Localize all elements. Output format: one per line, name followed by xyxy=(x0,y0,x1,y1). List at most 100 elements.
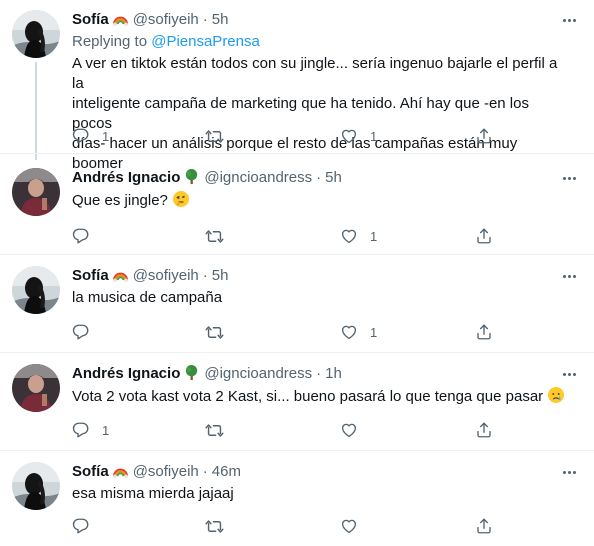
display-name[interactable]: Andrés Ignacio xyxy=(72,169,180,186)
separator-dot: · xyxy=(316,365,322,382)
retweet-button[interactable] xyxy=(205,516,236,536)
crying-face-icon xyxy=(547,386,565,410)
timestamp[interactable]: 5h xyxy=(325,169,342,186)
like-button[interactable]: 1 xyxy=(340,126,377,146)
like-button[interactable]: 1 xyxy=(340,322,377,342)
share-icon xyxy=(477,228,491,244)
more-options-icon[interactable] xyxy=(558,266,580,286)
tweet[interactable]: Sofía @sofiyeih · 5h la musica de campaña 1 xyxy=(0,266,594,346)
share-icon xyxy=(477,518,491,534)
reply-count: 1 xyxy=(102,128,110,144)
display-name[interactable]: Sofía xyxy=(72,11,109,28)
tweet-header: Sofía @sofiyeih · 5h xyxy=(72,266,228,286)
share-icon xyxy=(477,128,491,144)
user-handle[interactable]: @igncioandress xyxy=(204,365,312,382)
replying-to: Replying to @PiensaPrensa xyxy=(72,32,260,52)
like-button[interactable] xyxy=(340,420,370,440)
timestamp[interactable]: 5h xyxy=(212,11,229,28)
tweet-actions: 1 xyxy=(72,322,512,342)
reply-button[interactable] xyxy=(72,322,102,342)
retweet-icon xyxy=(205,423,224,437)
tweet-actions: 1 xyxy=(72,226,512,246)
separator-dot: · xyxy=(202,267,208,284)
reply-button[interactable] xyxy=(72,226,102,246)
display-name[interactable]: Andrés Ignacio xyxy=(72,365,180,382)
avatar[interactable] xyxy=(12,364,60,412)
retweet-button[interactable] xyxy=(205,126,236,146)
thinking-face-icon xyxy=(172,190,190,214)
more-options-icon[interactable] xyxy=(558,462,580,482)
like-button[interactable]: 1 xyxy=(340,226,377,246)
reply-count: 1 xyxy=(102,422,110,438)
tweet[interactable]: Sofía @sofiyeih · 46m esa misma mierda jaja… xyxy=(0,462,594,542)
avatar[interactable] xyxy=(12,168,60,216)
like-count: 1 xyxy=(370,128,378,144)
timestamp[interactable]: 1h xyxy=(325,365,342,382)
reply-icon xyxy=(72,228,89,244)
heart-icon xyxy=(341,519,357,534)
like-button[interactable] xyxy=(340,516,370,536)
reply-button[interactable] xyxy=(72,516,102,536)
heart-icon xyxy=(341,229,357,244)
divider xyxy=(0,254,594,255)
user-handle[interactable]: @sofiyeih xyxy=(133,11,199,28)
retweet-button[interactable] xyxy=(205,322,236,342)
tweet-actions xyxy=(72,516,512,536)
more-options-icon[interactable] xyxy=(558,364,580,384)
reply-button[interactable]: 1 xyxy=(72,420,109,440)
retweet-button[interactable] xyxy=(205,420,236,440)
tweet-text: Vota 2 vota kast vota 2 Kast, si... buen… xyxy=(72,386,572,410)
heart-icon xyxy=(341,423,357,438)
user-handle[interactable]: @igncioandress xyxy=(204,169,312,186)
reply-icon xyxy=(72,324,89,340)
share-button[interactable] xyxy=(475,420,493,440)
tweet-text-line: A ver en tiktok están todos con su jingl… xyxy=(72,55,558,92)
more-options-icon[interactable] xyxy=(558,168,580,188)
tweet-text-content: la musica de campaña xyxy=(72,289,223,306)
reply-button[interactable]: 1 xyxy=(72,126,109,146)
tweet[interactable]: Sofía @sofiyeih · 5h Replying to @PiensaPre… xyxy=(0,10,594,172)
tree-icon xyxy=(183,168,200,191)
avatar[interactable] xyxy=(12,10,60,58)
heart-icon xyxy=(341,129,357,144)
avatar[interactable] xyxy=(12,266,60,314)
tweet-text-content: Que es jingle? xyxy=(72,192,168,209)
share-button[interactable] xyxy=(475,516,493,536)
replying-mention-link[interactable]: @PiensaPrensa xyxy=(151,33,260,50)
divider xyxy=(0,352,594,353)
tweet-text: esa misma mierda jajaaj xyxy=(72,484,572,504)
user-handle[interactable]: @sofiyeih xyxy=(133,463,199,480)
retweet-icon xyxy=(205,229,224,243)
share-button[interactable] xyxy=(475,226,493,246)
tweet-header: Sofía @sofiyeih · 5h xyxy=(72,10,228,30)
retweet-icon xyxy=(205,325,224,339)
retweet-icon xyxy=(205,129,224,143)
reply-icon xyxy=(72,128,89,144)
tweet-header: Andrés Ignacio @igncioandress · 5h xyxy=(72,168,342,188)
tree-icon xyxy=(183,364,200,387)
display-name[interactable]: Sofía xyxy=(72,267,109,284)
separator-dot: · xyxy=(202,463,208,480)
more-options-icon[interactable] xyxy=(558,10,580,30)
timestamp[interactable]: 5h xyxy=(212,267,229,284)
tweet-text-content: esa misma mierda jajaaj xyxy=(72,485,234,502)
heart-icon xyxy=(341,325,357,340)
replying-label: Replying to xyxy=(72,33,148,50)
user-handle[interactable]: @sofiyeih xyxy=(133,267,199,284)
tweet[interactable]: Andrés Ignacio @igncioandress · 1h Vota 2 v… xyxy=(0,364,594,444)
tweet[interactable]: Andrés Ignacio @igncioandress · 5h Que es j… xyxy=(0,168,594,248)
display-name[interactable]: Sofía xyxy=(72,463,109,480)
like-count: 1 xyxy=(370,324,378,340)
tweet-text: A ver en tiktok están todos con su jingl… xyxy=(72,54,572,174)
tweet-text-content: Vota 2 vota kast vota 2 Kast, si... buen… xyxy=(72,388,544,405)
rainbow-icon xyxy=(112,266,129,289)
share-button[interactable] xyxy=(475,126,493,146)
retweet-button[interactable] xyxy=(205,226,236,246)
tweet-actions: 1 xyxy=(72,420,512,440)
share-button[interactable] xyxy=(475,322,493,342)
avatar[interactable] xyxy=(12,462,60,510)
rainbow-icon xyxy=(112,10,129,33)
timestamp[interactable]: 46m xyxy=(212,463,241,480)
retweet-icon xyxy=(205,519,224,533)
share-icon xyxy=(477,324,491,340)
